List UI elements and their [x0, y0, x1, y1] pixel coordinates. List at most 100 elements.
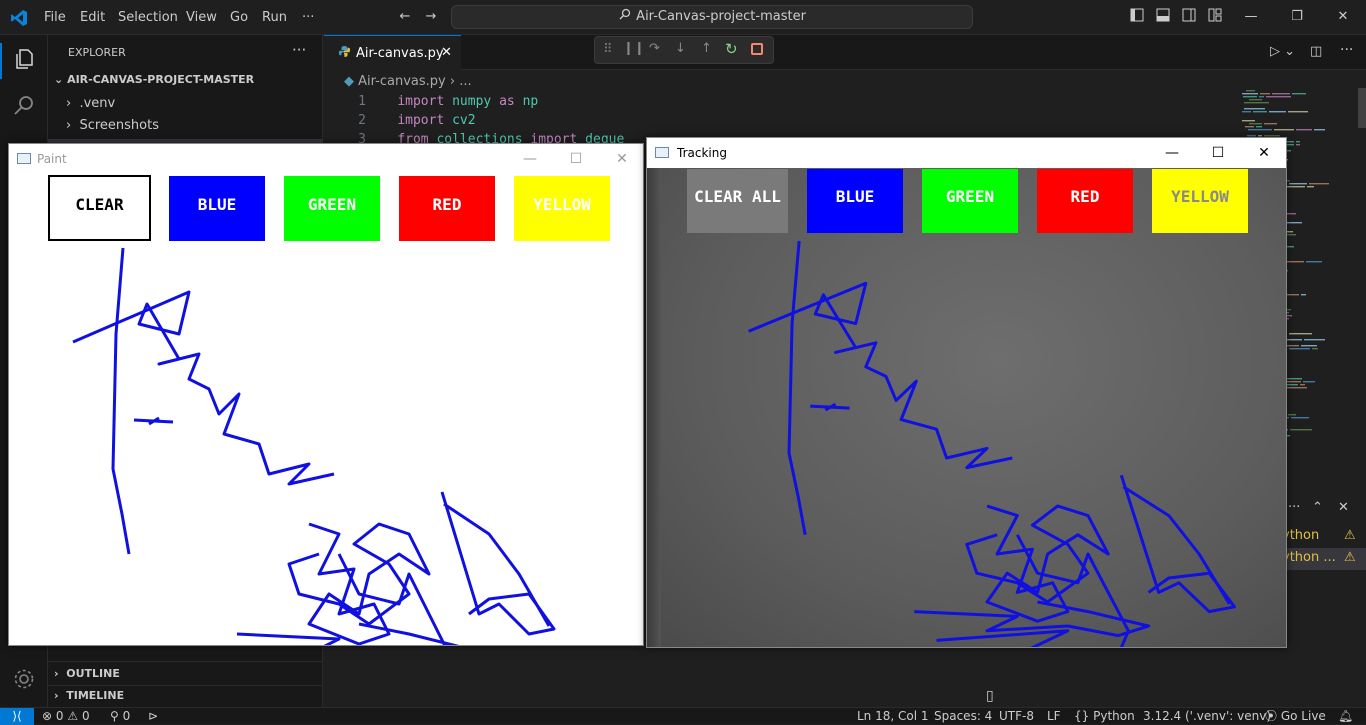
bell-icon[interactable]: 🔔︎	[1338, 708, 1353, 724]
close-icon[interactable]: ✕	[1334, 8, 1352, 26]
paint-minimize-icon[interactable]: —	[507, 144, 553, 174]
braces-icon: {}	[1074, 709, 1090, 723]
chevron-right-icon: ›	[54, 689, 59, 702]
encoding[interactable]: UTF-8	[999, 708, 1034, 724]
minimap-line	[1272, 93, 1290, 95]
breadcrumb-more[interactable]: ...	[459, 74, 471, 89]
indentation[interactable]: Spaces: 4	[934, 708, 992, 724]
tab-close-icon[interactable]: ✕	[441, 45, 452, 60]
outline-section[interactable]: › OUTLINE	[54, 667, 120, 680]
paint-title: Paint	[37, 152, 67, 166]
back-arrow-icon[interactable]: ←	[396, 8, 414, 26]
terminal-python-2[interactable]: ython ...	[1282, 550, 1336, 565]
editor-more-icon[interactable]: ···	[1340, 42, 1353, 58]
minimap-line	[1309, 183, 1329, 185]
split-editor-icon[interactable]: ◫	[1310, 44, 1322, 59]
tracking-close-icon[interactable]: ✕	[1241, 138, 1287, 168]
pause-icon[interactable]: ❙❙	[623, 41, 645, 56]
minimap-line	[1288, 414, 1296, 416]
tracking-camera-view[interactable]: CLEAR ALL BLUE GREEN RED YELLOW	[647, 168, 1286, 647]
timeline-section[interactable]: › TIMELINE	[54, 689, 124, 702]
minimap-line	[1301, 294, 1306, 296]
end-of-line[interactable]: LF	[1047, 708, 1061, 724]
language-label: Python	[1093, 709, 1135, 723]
minimap-line	[1242, 120, 1255, 122]
menu-edit[interactable]: Edit	[78, 0, 107, 35]
minimap-line	[1242, 93, 1258, 95]
menu-go[interactable]: Go	[228, 0, 250, 35]
toggle-secondary-sidebar-icon[interactable]	[1180, 8, 1198, 26]
restart-icon[interactable]: ↻	[725, 40, 738, 58]
go-live-button[interactable]: ⦿ Go Live	[1265, 708, 1326, 724]
stop-icon[interactable]	[751, 43, 763, 55]
scrollbar-thumb[interactable]	[1358, 88, 1366, 128]
tracking-title-bar: Tracking — ☐ ✕	[647, 138, 1286, 168]
folder-label: .venv	[79, 96, 116, 111]
forward-arrow-icon[interactable]: →	[422, 8, 440, 26]
language-mode[interactable]: {} Python	[1074, 708, 1135, 724]
more-actions-icon[interactable]: ···	[292, 41, 306, 59]
toggle-panel-icon[interactable]	[1154, 8, 1172, 26]
minimap-line	[1291, 417, 1309, 419]
tab-bar	[324, 35, 1366, 70]
step-into-icon[interactable]: ↓	[675, 41, 686, 56]
folder-screenshots[interactable]: › Screenshots	[66, 118, 159, 133]
tracking-minimize-icon[interactable]: —	[1149, 138, 1195, 168]
minimap-line	[1288, 111, 1308, 113]
ports-status[interactable]: ⚲ 0	[110, 708, 130, 724]
minimize-icon[interactable]: —	[1242, 8, 1260, 26]
python-interpreter[interactable]: 3.12.4 ('.venv': venv)	[1143, 708, 1271, 724]
error-count: 0	[55, 709, 64, 723]
status-bar: ⟩⟨ ⊗ 0 ⚠ 0 ⚲ 0 ⊳ Ln 18, Col 1 Spaces: 4 …	[0, 707, 1366, 725]
chevron-right-icon: ›	[449, 74, 460, 89]
minimap-line	[1286, 387, 1307, 389]
chevron-up-icon[interactable]: ⌃	[1312, 500, 1323, 515]
menu-view[interactable]: View	[184, 0, 219, 35]
step-over-icon[interactable]: ↷	[649, 41, 660, 56]
panel-close-icon[interactable]: ✕	[1338, 500, 1349, 515]
tab-air-canvas[interactable]: Air-canvas.py ✕	[324, 35, 461, 70]
customize-layout-icon[interactable]	[1206, 8, 1224, 26]
drawn-stroke	[1122, 485, 1231, 605]
paint-maximize-icon[interactable]: ☐	[553, 144, 599, 174]
breadcrumb-file[interactable]: Air-canvas.py	[358, 74, 446, 89]
command-center-search[interactable]: Air-Canvas-project-master	[451, 5, 973, 29]
remote-indicator-icon[interactable]: ⟩⟨	[0, 708, 34, 725]
menu-selection[interactable]: Selection	[116, 0, 180, 35]
code-line[interactable]: 1 import numpy as np	[324, 92, 538, 111]
problems-status[interactable]: ⊗ 0 ⚠ 0	[42, 708, 90, 724]
cursor-position[interactable]: Ln 18, Col 1	[857, 708, 929, 724]
chevron-right-icon: ›	[54, 667, 59, 680]
settings-gear-icon[interactable]	[10, 667, 38, 695]
tracking-maximize-icon[interactable]: ☐	[1195, 138, 1241, 168]
vscode-logo-icon	[10, 9, 28, 27]
drag-handle-icon[interactable]: ⠿	[603, 42, 613, 57]
warning-icon: ⚠	[1344, 550, 1356, 565]
minimap-line	[1307, 186, 1314, 188]
step-out-icon[interactable]: ↑	[701, 41, 712, 56]
minimap-line	[1246, 90, 1255, 92]
code-token: import	[397, 113, 445, 128]
minimap-line	[1256, 126, 1262, 128]
toggle-sidebar-icon[interactable]	[1128, 8, 1146, 26]
terminal-python-1[interactable]: ython	[1282, 528, 1319, 543]
run-file-icon[interactable]: ▷ ⌄	[1270, 44, 1295, 59]
minimap-line	[1259, 96, 1264, 98]
debug-run-icon[interactable]: ⊳	[148, 708, 158, 724]
menu-run[interactable]: Run	[260, 0, 289, 35]
paint-canvas[interactable]: CLEAR BLUE GREEN RED YELLOW	[9, 174, 643, 645]
code-token: as	[499, 94, 515, 109]
menu-file[interactable]: File	[42, 0, 68, 35]
explorer-icon[interactable]	[10, 47, 38, 75]
search-icon[interactable]	[10, 93, 38, 121]
drawn-stroke	[287, 522, 431, 645]
more-actions-icon[interactable]: ···	[1288, 500, 1300, 515]
code-line[interactable]: 2 import cv2	[324, 111, 475, 130]
restore-icon[interactable]: ❐	[1288, 8, 1306, 26]
minimap-line	[1289, 183, 1307, 185]
paint-close-icon[interactable]: ✕	[599, 144, 645, 174]
menu-more[interactable]: ···	[300, 0, 316, 35]
project-root-folder[interactable]: ⌄ AIR-CANVAS-PROJECT-MASTER	[54, 73, 254, 86]
folder-venv[interactable]: › .venv	[66, 96, 115, 111]
